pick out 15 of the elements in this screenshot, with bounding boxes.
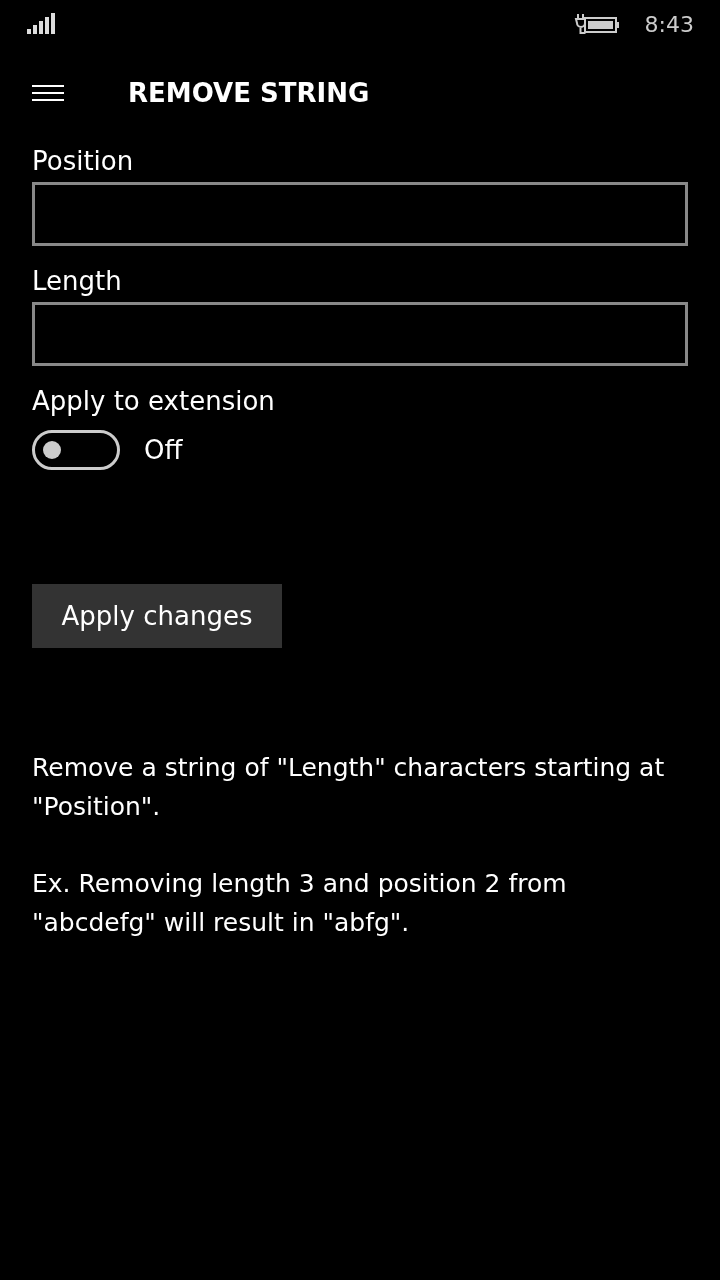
input-field[interactable] (32, 182, 688, 246)
menu-icon[interactable] (32, 83, 64, 103)
battery-charging-icon (572, 12, 621, 36)
input-field[interactable] (32, 302, 688, 366)
description-text: Ex. Removing length 3 and position 2 from "abcdefg" will result in "abfg". (32, 868, 568, 939)
field-label: Length (32, 266, 122, 296)
clock-time: 8:43 (644, 11, 694, 37)
toggle-switch[interactable] (32, 430, 120, 470)
apply-changes-button[interactable]: Apply changes (32, 584, 282, 648)
page-title: REMOVE STRING (128, 78, 370, 108)
toggle-label: Apply to extension (32, 386, 275, 416)
field-label: Position (32, 146, 134, 176)
description-text: Remove a string of "Length" characters starting at "Position". (32, 752, 666, 823)
toggle-state: Off (144, 435, 183, 465)
signal-icon (26, 13, 56, 35)
